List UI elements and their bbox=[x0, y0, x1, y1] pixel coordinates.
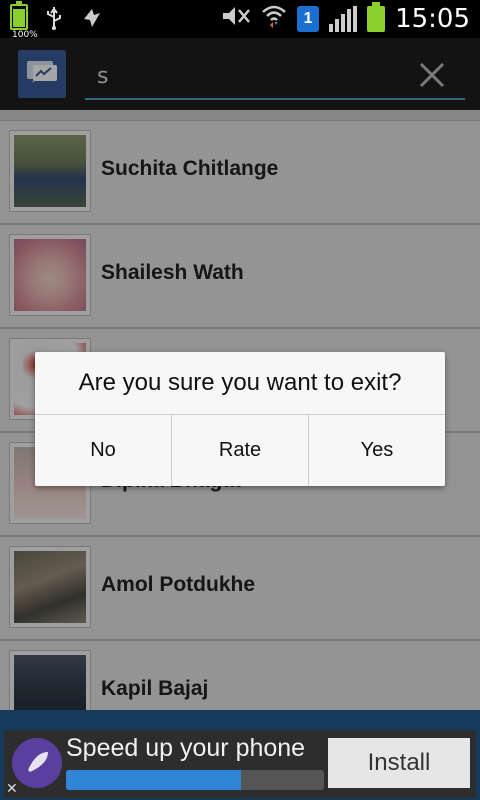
dialog-buttons: No Rate Yes bbox=[35, 414, 445, 486]
exit-dialog: Are you sure you want to exit? No Rate Y… bbox=[35, 352, 445, 486]
sync-icon bbox=[80, 4, 104, 32]
ad-banner[interactable]: Speed up your phone Install ✕ bbox=[0, 710, 480, 800]
dialog-message: Are you sure you want to exit? bbox=[35, 352, 445, 415]
signal-icon bbox=[329, 5, 358, 32]
ad-headline: Speed up your phone bbox=[66, 734, 306, 762]
no-button[interactable]: No bbox=[35, 414, 172, 486]
battery-icon: 100% bbox=[10, 1, 38, 40]
wifi-icon bbox=[261, 3, 287, 34]
yes-button[interactable]: Yes bbox=[309, 414, 445, 486]
status-bar: 100% 1 15:05 bbox=[0, 0, 480, 40]
ad-content[interactable]: Speed up your phone Install ✕ bbox=[4, 730, 476, 798]
usb-icon bbox=[42, 4, 66, 32]
clock: 15:05 bbox=[395, 3, 470, 34]
battery-icon bbox=[367, 1, 386, 32]
rocket-icon bbox=[12, 738, 62, 788]
close-icon[interactable]: ✕ bbox=[6, 782, 20, 796]
rate-button[interactable]: Rate bbox=[172, 414, 309, 486]
sim-icon: 1 bbox=[297, 5, 320, 32]
ad-progress-bar bbox=[66, 770, 324, 790]
mute-icon bbox=[221, 4, 251, 33]
install-button[interactable]: Install bbox=[328, 738, 470, 788]
